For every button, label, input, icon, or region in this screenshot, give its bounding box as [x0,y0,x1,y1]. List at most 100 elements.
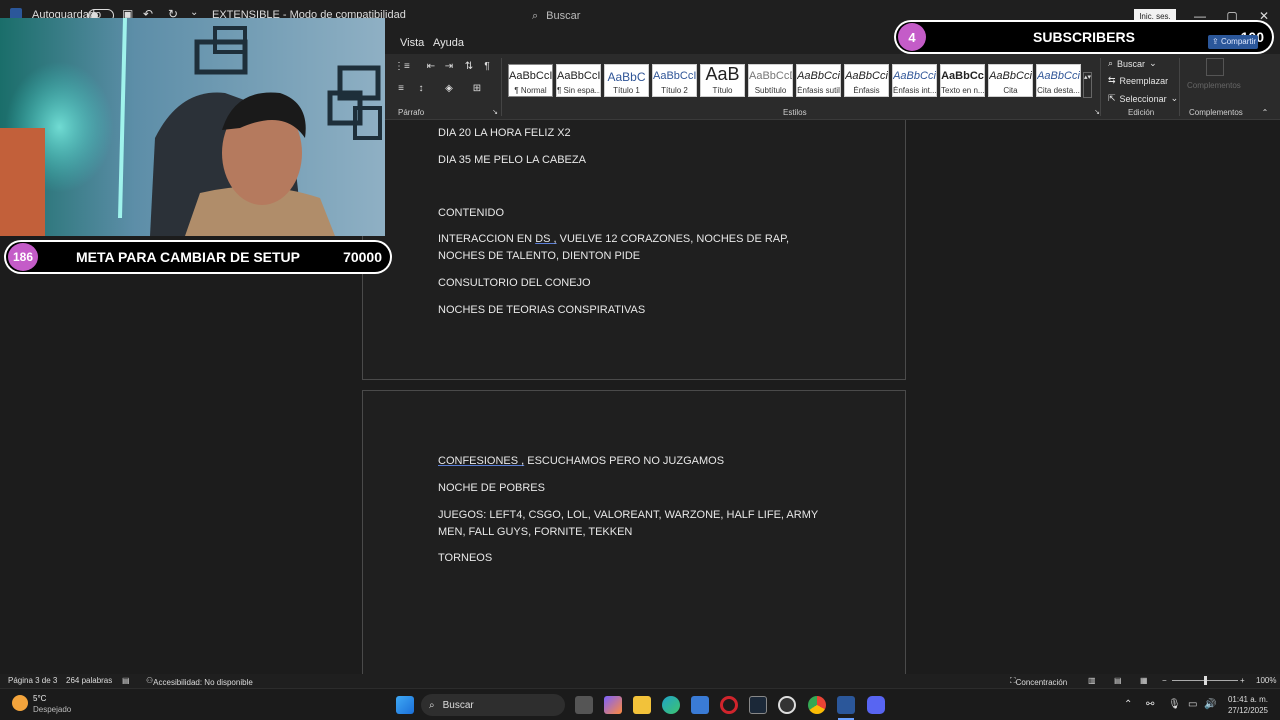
doc-paragraph[interactable]: CONTENIDO [438,205,838,222]
zoom-slider-thumb[interactable] [1204,676,1207,685]
doc-paragraph[interactable]: NOCHE DE POBRES [438,480,838,497]
steam-icon[interactable] [749,696,767,714]
search-box[interactable]: ⌕ Buscar [526,5,826,27]
style-card[interactable]: AaBbCcD Subtítulo [748,64,793,97]
share-icon: ⇪ [1212,37,1219,46]
page-count[interactable]: Página 3 de 3 [8,676,57,685]
style-card[interactable]: AaBbCci Énfasis sutil [796,64,841,97]
app-icon[interactable] [778,696,796,714]
increase-indent-icon[interactable]: ⇥ [442,60,456,74]
doc-paragraph[interactable]: JUEGOS: LEFT4, CSGO, LOL, VALOREANT, WAR… [438,507,838,541]
style-card[interactable]: AaBbCcI ¶ Normal [508,64,553,97]
tray-overflow-icon[interactable]: ⌃ [1124,699,1132,710]
taskbar-search[interactable]: ⌕ Buscar [421,694,565,716]
page-3-top[interactable]: DIA 20 LA HORA FELIZ X2 DIA 35 ME PELO L… [362,120,906,380]
task-view-icon[interactable] [575,696,593,714]
style-card[interactable]: AaBbCc Texto en n... [940,64,985,97]
tab-vista[interactable]: Vista [400,37,424,49]
edge-icon[interactable] [662,696,680,714]
word-count[interactable]: 264 palabras [66,676,112,685]
collapse-ribbon-icon[interactable]: ⌃ [1258,106,1272,120]
tab-ayuda[interactable]: Ayuda [433,37,464,49]
style-card[interactable]: AaBbCci Cita [988,64,1033,97]
style-name: Cita desta... [1037,86,1080,95]
find-icon: ⌕ [1108,58,1114,68]
style-sample: AaBbCcI [509,70,552,82]
meta-label: META PARA CAMBIAR DE SETUP [76,249,300,265]
spellcheck-mark[interactable]: CONFESIONES , [438,455,524,467]
style-card[interactable]: AaBbCci Énfasis [844,64,889,97]
copilot-icon[interactable] [604,696,622,714]
status-bar: Página 3 de 3 264 palabras ▤ ⚇ Accesibil… [0,674,1280,688]
style-card[interactable]: AaBbCcI ¶ Sin espa... [556,64,601,97]
word-taskbar-icon[interactable] [837,696,855,714]
shading-icon[interactable]: ◈ [442,82,456,96]
addins-icon[interactable] [1206,58,1224,76]
search-placeholder: Buscar [546,10,581,22]
style-sample: AaBbCci [1037,70,1080,82]
share-button[interactable]: ⇪ Compartir [1208,35,1258,49]
windows-start-icon[interactable] [396,696,414,714]
styles-launcher-icon[interactable]: ↘ [1090,106,1104,120]
focus-button[interactable]: ⛶ Concentración [1010,676,1067,687]
styles-group-label: Estilos [783,108,807,117]
style-name: Énfasis sutil [797,86,840,95]
zoom-out-icon[interactable]: − [1162,676,1167,685]
style-name: Texto en n... [941,86,984,95]
reemplazar-button[interactable]: ⇆ Reemplazar [1108,75,1168,86]
file-explorer-icon[interactable] [633,696,651,714]
proofing-icon[interactable]: ▤ [122,676,130,685]
justify-icon[interactable]: ≡ [394,82,408,96]
weather-desc[interactable]: Despejado [33,705,71,714]
addins-group-label: Complementos [1189,108,1243,117]
style-card[interactable]: AaBbCci Énfasis int... [892,64,937,97]
display-icon[interactable]: ▭ [1188,699,1197,710]
weather-temp[interactable]: 5°C [33,694,46,703]
doc-paragraph[interactable]: INTERACCION EN DS , VUELVE 12 CORAZONES,… [438,231,838,265]
web-layout-icon[interactable]: ▦ [1140,676,1148,685]
seleccionar-button[interactable]: ⇱ Seleccionar ⌄ [1108,93,1178,104]
read-mode-icon[interactable]: ▥ [1088,676,1096,685]
chrome-icon[interactable] [808,696,826,714]
discord-icon[interactable] [867,696,885,714]
show-marks-icon[interactable]: ¶ [480,60,494,74]
doc-paragraph[interactable]: TORNEOS [438,550,838,567]
page-3-bottom[interactable]: CONFESIONES , ESCUCHAMOS PERO NO JUZGAMO… [362,390,906,674]
network-icon[interactable]: ⚯ [1146,699,1154,710]
volume-icon[interactable]: 🔊 [1204,699,1216,710]
opera-icon[interactable] [720,696,738,714]
doc-paragraph[interactable]: CONSULTORIO DEL CONEJO [438,275,838,292]
zoom-in-icon[interactable]: + [1240,676,1245,685]
sort-icon[interactable]: ⇅ [462,60,476,74]
style-sample: AaBbCci [989,70,1032,82]
style-card[interactable]: AaBbCci Cita desta... [1036,64,1081,97]
print-layout-icon[interactable]: ▤ [1114,676,1122,685]
doc-paragraph[interactable]: DIA 35 ME PELO LA CABEZA [438,152,838,169]
addins-button[interactable]: Complementos [1187,81,1241,90]
style-name: ¶ Normal [514,86,547,95]
numbering-icon[interactable]: ⋮≡ [394,60,410,74]
line-spacing-icon[interactable]: ↕ [414,82,428,96]
buscar-button[interactable]: ⌕ Buscar ⌄ [1108,58,1157,69]
style-card[interactable]: AaBbC Título 1 [604,64,649,97]
paragraph-launcher-icon[interactable]: ↘ [488,106,502,120]
doc-paragraph[interactable]: CONFESIONES , ESCUCHAMOS PERO NO JUZGAMO… [438,453,838,470]
doc-paragraph[interactable]: DIA 20 LA HORA FELIZ X2 [438,125,838,142]
zoom-level[interactable]: 100% [1256,676,1276,685]
mic-icon[interactable]: 🎙 [1168,699,1181,710]
accessibility-status[interactable]: ⚇ Accesibilidad: No disponible [146,676,253,687]
spellcheck-mark[interactable]: DS , [535,233,556,245]
weather-icon[interactable] [12,695,28,711]
clock[interactable]: 01:41 a. m. 27/12/2025 [1228,694,1268,716]
store-icon[interactable] [691,696,709,714]
style-name: Título 2 [661,86,688,95]
borders-icon[interactable]: ⊞ [470,82,484,96]
styles-more-icon[interactable]: ▴▾ [1083,72,1092,98]
customize-qat-icon[interactable]: ⌄ [190,7,198,18]
doc-paragraph[interactable]: NOCHES DE TEORIAS CONSPIRATIVAS [438,302,838,319]
style-card[interactable]: AaB Título [700,64,745,97]
style-card[interactable]: AaBbCcI Título 2 [652,64,697,97]
search-icon: ⌕ [429,699,435,711]
style-name: Título 1 [613,86,640,95]
decrease-indent-icon[interactable]: ⇤ [424,60,438,74]
